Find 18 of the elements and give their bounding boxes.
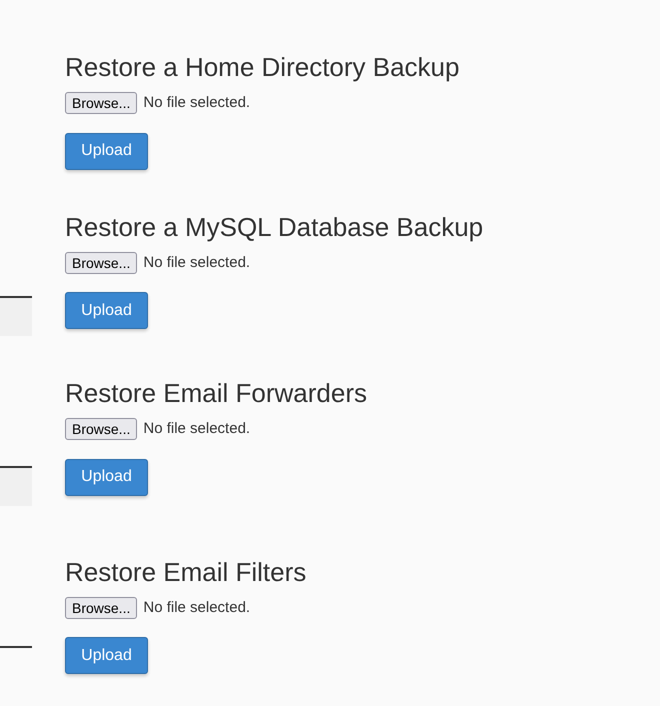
section-heading: Restore a Home Directory Backup xyxy=(65,51,460,84)
panel-background xyxy=(0,466,32,506)
upload-button[interactable]: Upload xyxy=(65,132,148,170)
browse-button[interactable]: Browse... xyxy=(65,92,138,114)
section-heading: Restore Email Filters xyxy=(65,556,306,588)
file-status: No file selected. xyxy=(143,93,250,113)
section-heading: Restore a MySQL Database Backup xyxy=(65,210,484,244)
upload-button[interactable]: Upload xyxy=(65,292,148,329)
browse-button[interactable]: Browse... xyxy=(65,596,138,619)
section-heading: Restore Email Forwarders xyxy=(65,377,367,410)
upload-button[interactable]: Upload xyxy=(65,458,148,496)
panel-background xyxy=(0,296,32,336)
browse-button[interactable]: Browse... xyxy=(65,418,138,440)
browse-button[interactable]: Browse... xyxy=(65,252,138,274)
file-status: No file selected. xyxy=(143,598,250,618)
upload-button[interactable]: Upload xyxy=(65,637,148,674)
file-status: No file selected. xyxy=(143,419,250,439)
file-status: No file selected. xyxy=(143,252,250,272)
